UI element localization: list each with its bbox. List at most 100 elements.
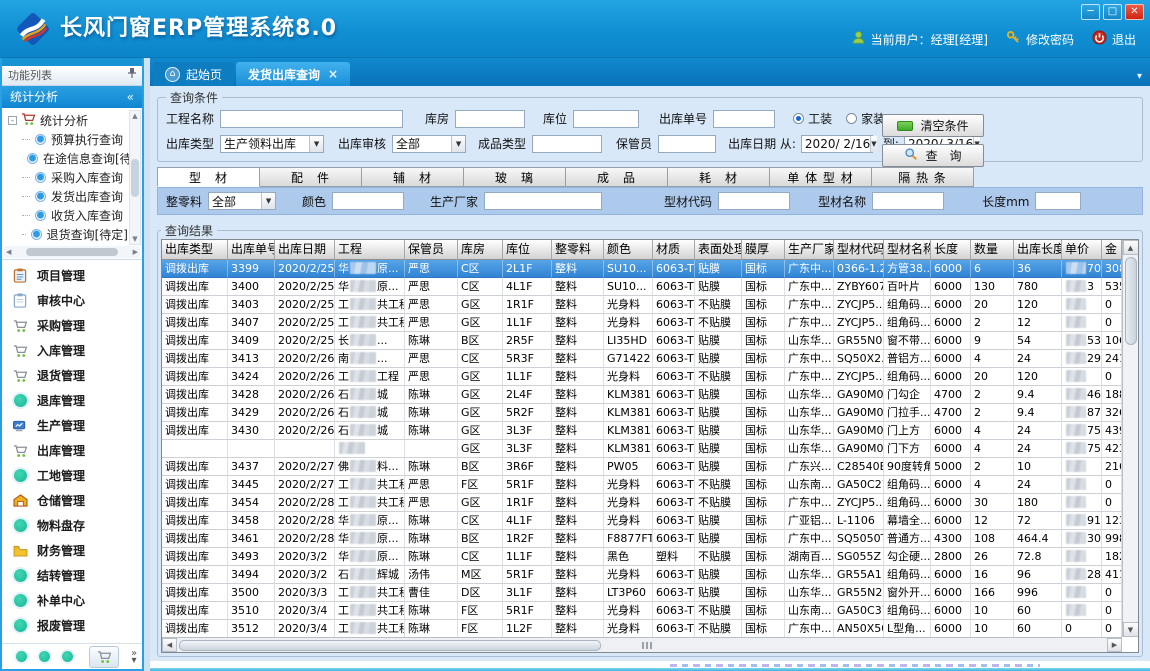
dropdown-arrow-icon[interactable]: ▼ <box>451 136 465 152</box>
location-input[interactable] <box>573 110 639 128</box>
grid-row[interactable]: 调拨出库34542020/2/28工共工程严思G区1R1F整料光身料6063-T… <box>162 494 1138 512</box>
grid-header-cell[interactable]: 出库类型 <box>162 240 228 260</box>
grid-header-cell[interactable]: 出库日期 <box>275 240 335 260</box>
grid-row[interactable]: 调拨出库34582020/2/28华原...陈琳C区4L1F整料光身料6063-… <box>162 512 1138 530</box>
profile-code-input[interactable] <box>718 192 790 210</box>
sidebar-menu-item[interactable]: 出库管理 <box>2 438 142 463</box>
grid-header-cell[interactable]: 出库单号 <box>228 240 275 260</box>
grid-row[interactable]: 调拨出库34942020/3/2石辉城汤伟M区5R1F整料光身料6063-T5贴… <box>162 566 1138 584</box>
tree-vertical-scrollbar[interactable]: ▲ ▼ <box>129 110 141 245</box>
sidebar-tree-item[interactable]: 退货查询[待定] <box>22 225 128 244</box>
sidebar-menu-item[interactable]: 入库管理 <box>2 338 142 363</box>
out-type-select[interactable]: 生产领料出库▼ <box>220 135 324 153</box>
tab-list-chevron-icon[interactable]: ▾ <box>1137 71 1142 82</box>
material-tab[interactable]: 辅 材 <box>361 167 464 187</box>
material-tab[interactable]: 型 材 <box>157 167 260 187</box>
keeper-input[interactable] <box>658 135 716 153</box>
grid-row[interactable]: 调拨出库34932020/3/2华原...陈琳C区1L1F整料黑色塑料不贴膜国标… <box>162 548 1138 566</box>
sidebar-menu-item[interactable]: 退库管理 <box>2 388 142 413</box>
clear-conditions-button[interactable]: 清空条件 <box>882 114 984 137</box>
grid-header-cell[interactable]: 颜色 <box>604 240 653 260</box>
material-tab[interactable]: 玻 璃 <box>463 167 566 187</box>
grid-header-cell[interactable]: 数量 <box>971 240 1014 260</box>
dropdown-arrow-icon[interactable]: ▼ <box>309 136 323 152</box>
grid-vertical-scrollbar[interactable]: ▲ ▼ <box>1122 240 1138 637</box>
grid-horizontal-scrollbar[interactable]: ◀ ▶ <box>162 637 1122 652</box>
sidebar-menu-item[interactable]: 财务管理 <box>2 538 142 563</box>
dropdown-arrow-icon[interactable]: ▼ <box>261 193 275 209</box>
sidebar-menu-item[interactable]: 报废管理 <box>2 613 142 638</box>
search-button[interactable]: 查 询 <box>882 144 984 167</box>
grid-row[interactable]: 调拨出库34452020/2/27工共工程严思F区5R1F整料光身料6063-T… <box>162 476 1138 494</box>
date-from-select[interactable]: 2020/ 2/16▼ <box>801 135 873 153</box>
module-dot-icon[interactable] <box>62 651 73 662</box>
grid-row[interactable]: 调拨出库35102020/3/4工共工程陈琳F区5R1F整料光身料6063-T5… <box>162 602 1138 620</box>
sidebar-menu-item[interactable]: 退货管理 <box>2 363 142 388</box>
material-tab[interactable]: 配 件 <box>259 167 362 187</box>
grid-row[interactable]: 调拨出库34072020/2/25工共工程严思G区1L1F整料光身料6063-T… <box>162 314 1138 332</box>
material-tab[interactable]: 成 品 <box>565 167 668 187</box>
material-tab[interactable]: 单 体 型 材 <box>769 167 872 187</box>
grid-header-cell[interactable]: 长度 <box>931 240 971 260</box>
maximize-button[interactable]: □ <box>1103 4 1122 20</box>
tree-toggle-icon[interactable]: - <box>8 116 17 125</box>
part-select[interactable]: 全部▼ <box>208 192 276 210</box>
grid-row[interactable]: G区3L3F整料KLM38176063-T5贴膜国标山东华...GA90M09.… <box>162 440 1138 458</box>
project-name-input[interactable] <box>220 110 403 128</box>
order-no-input[interactable] <box>713 110 775 128</box>
material-tab[interactable]: 隔 热 条 <box>871 167 974 187</box>
tree-horizontal-scrollbar[interactable]: ◀ ▶ <box>4 246 140 258</box>
grid-header-cell[interactable]: 整零料 <box>552 240 604 260</box>
sidebar-menu-item[interactable]: 生产管理 <box>2 413 142 438</box>
sidebar-menu-item[interactable]: 结转管理 <box>2 563 142 588</box>
grid-row[interactable]: 调拨出库34002020/2/25华原...严思C区4L1F整料SU10...6… <box>162 278 1138 296</box>
grid-row[interactable]: 调拨出库34282020/2/26石城陈琳G区2L4F整料KLM38176063… <box>162 386 1138 404</box>
scroll-down-icon[interactable]: ▼ <box>1123 622 1139 637</box>
collapse-icon[interactable]: « <box>127 86 134 108</box>
material-tab[interactable]: 耗 材 <box>667 167 770 187</box>
warehouse-input[interactable] <box>455 110 525 128</box>
grid-row[interactable]: 调拨出库33992020/2/25华原...严思C区2L1F整料SU10...6… <box>162 260 1138 278</box>
scroll-down-icon[interactable]: ▼ <box>132 235 137 243</box>
radio-workwear-dot[interactable] <box>793 113 804 124</box>
grid-header-cell[interactable]: 金 <box>1102 240 1122 260</box>
profile-name-input[interactable] <box>872 192 944 210</box>
audit-select[interactable]: 全部▼ <box>392 135 466 153</box>
horizontal-scroll-thumb[interactable] <box>179 640 601 651</box>
grid-row[interactable]: 调拨出库34132020/2/26南...严思C区5R3F整料G71422606… <box>162 350 1138 368</box>
grid-header-cell[interactable]: 材质 <box>653 240 695 260</box>
grid-row[interactable]: 调拨出库34292020/2/26石城陈琳G区5R2F整料KLM38176063… <box>162 404 1138 422</box>
grid-header-cell[interactable]: 单价 <box>1062 240 1102 260</box>
sidebar-menu-item[interactable]: 工地管理 <box>2 463 142 488</box>
pin-icon[interactable] <box>128 66 136 85</box>
color-input[interactable] <box>332 192 404 210</box>
grid-row[interactable]: 调拨出库34242020/2/26工工程严思G区1L1F整料光身料6063-T5… <box>162 368 1138 386</box>
sidebar-menu-item[interactable]: 审核中心 <box>2 288 142 313</box>
scroll-right-icon[interactable]: ▶ <box>1107 638 1122 652</box>
vertical-scroll-thumb[interactable] <box>1125 257 1137 345</box>
section-header-statistics[interactable]: 统计分析 « <box>2 86 142 108</box>
radio-homewear[interactable]: 家装 <box>846 110 885 127</box>
sidebar-tree-item[interactable]: 预算执行查询 <box>22 130 128 149</box>
radio-workwear[interactable]: 工装 <box>793 110 832 127</box>
grid-row[interactable]: 调拨出库34372020/2/27佛料...陈琳B区3R6F整料PW056063… <box>162 458 1138 476</box>
length-input[interactable] <box>1035 192 1081 210</box>
sidebar-tree-item[interactable]: 采购入库查询 <box>22 168 128 187</box>
more-modules-chevron[interactable]: »▾ <box>131 650 137 664</box>
module-cart-button[interactable] <box>89 646 119 668</box>
scroll-left-icon[interactable]: ◀ <box>6 248 11 256</box>
grid-row[interactable]: 调拨出库35002020/3/3工共工程曹佳D区3L1F整料LT3P606063… <box>162 584 1138 602</box>
sidebar-menu-item[interactable]: 仓储管理 <box>2 488 142 513</box>
tab-home[interactable]: ⌂起始页 <box>153 62 234 86</box>
scroll-up-icon[interactable]: ▲ <box>132 112 137 120</box>
close-button[interactable]: ✕ <box>1125 4 1144 20</box>
tree-root-statistics[interactable]: - 统计分析 <box>8 111 128 130</box>
scroll-left-icon[interactable]: ◀ <box>162 638 177 652</box>
grid-header-cell[interactable]: 保管员 <box>405 240 458 260</box>
radio-homewear-dot[interactable] <box>846 113 857 124</box>
scroll-up-icon[interactable]: ▲ <box>1123 240 1139 255</box>
change-password[interactable]: 修改密码 <box>1006 30 1074 48</box>
minimize-button[interactable]: ─ <box>1081 4 1100 20</box>
sidebar-menu-item[interactable]: 补单中心 <box>2 588 142 613</box>
sidebar-menu-item[interactable]: 物料盘存 <box>2 513 142 538</box>
